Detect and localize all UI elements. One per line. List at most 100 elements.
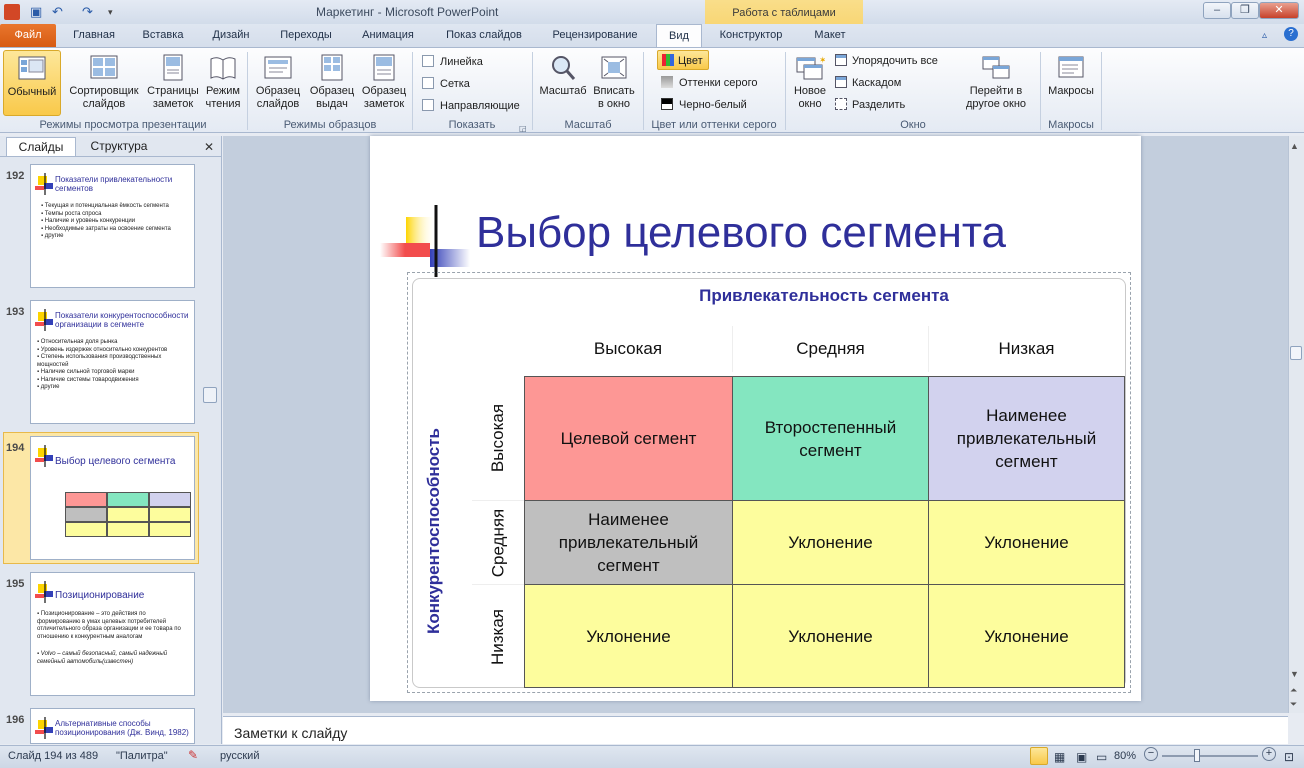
reading-view-status-icon[interactable]: ▣	[1076, 750, 1087, 764]
tab-table-design[interactable]: Конструктор	[708, 24, 794, 47]
guides-checkbox-box[interactable]	[422, 99, 434, 111]
zoom-slider-track[interactable]	[1162, 755, 1258, 757]
cascade-button[interactable]: Каскадом	[835, 73, 901, 93]
grid-label: Сетка	[440, 78, 470, 90]
tab-view[interactable]: Вид	[656, 24, 702, 47]
notes-page-button[interactable]: Страницы заметок	[146, 50, 200, 116]
save-icon[interactable]: ▣	[30, 4, 42, 20]
grayscale-button[interactable]: Оттенки серого	[661, 73, 757, 93]
handout-master-button[interactable]: Образец выдач	[306, 50, 358, 116]
ruler-checkbox[interactable]: Линейка	[422, 52, 483, 72]
tab-transitions[interactable]: Переходы	[268, 24, 344, 47]
grid-checkbox-box[interactable]	[422, 77, 434, 89]
slide-master-button[interactable]: Образец слайдов	[252, 50, 304, 116]
sorter-view-status-icon[interactable]: ▦	[1054, 750, 1065, 764]
tab-file[interactable]: Файл	[0, 24, 56, 47]
tab-home[interactable]: Главная	[62, 24, 126, 47]
close-panel-icon[interactable]: ✕	[204, 139, 214, 155]
tab-animation[interactable]: Анимация	[350, 24, 426, 47]
thumb-title: Альтернативные способы позиционирования …	[55, 719, 189, 737]
slide-thumbnail-192[interactable]: Показатели привлекательности сегментов Т…	[30, 164, 195, 288]
ribbon-collapse-icon[interactable]: ▵	[1262, 28, 1267, 44]
table-cell[interactable]: Целевой сегмент	[524, 376, 733, 501]
spellcheck-icon[interactable]: ✎	[188, 748, 198, 762]
guides-checkbox[interactable]: Направляющие	[422, 96, 520, 116]
zoom-percentage[interactable]: 80%	[1114, 750, 1136, 762]
scroll-thumb[interactable]	[1290, 346, 1302, 360]
next-slide-icon[interactable]: ⏷	[1290, 696, 1297, 712]
fit-to-window-button[interactable]: Вписать в окно	[590, 50, 638, 116]
reading-view-button[interactable]: Режим чтения	[202, 50, 244, 116]
zoom-in-icon[interactable]: +	[1262, 747, 1276, 761]
minimize-button[interactable]: –	[1203, 2, 1231, 19]
theme-name[interactable]: "Палитра"	[116, 750, 168, 762]
macros-button[interactable]: Макросы	[1044, 50, 1098, 116]
switch-window-button[interactable]: Перейти в другое окно	[954, 50, 1038, 116]
grid-checkbox[interactable]: Сетка	[422, 74, 470, 94]
panel-splitter-handle[interactable]	[203, 387, 217, 403]
table-cell[interactable]: Уклонение	[732, 584, 929, 688]
thumb-cell	[65, 492, 107, 507]
macros-icon	[1058, 56, 1084, 78]
qat-customize-icon[interactable]: ▾	[108, 4, 113, 20]
switch-window-label: Перейти в другое окно	[965, 85, 1027, 110]
slide-thumbnail-196[interactable]: Альтернативные способы позиционирования …	[30, 708, 195, 744]
new-window-button[interactable]: ✶ Новое окно	[788, 50, 832, 116]
redo-icon[interactable]: ↷	[82, 4, 93, 20]
row-header-medium-label: Средняя	[488, 508, 507, 577]
tab-table-layout[interactable]: Макет	[800, 24, 860, 47]
tab-outline[interactable]: Структура	[80, 137, 158, 156]
slide-sorter-button[interactable]: Сортировщик слайдов	[64, 50, 144, 116]
slide-title[interactable]: Выбор целевого сегмента	[476, 208, 1006, 258]
tab-insert[interactable]: Вставка	[132, 24, 194, 47]
normal-view-icon	[18, 56, 46, 80]
table-cell[interactable]: Второстепенный сегмент	[732, 376, 929, 501]
table-cell[interactable]: Уклонение	[732, 500, 929, 585]
zoom-out-icon[interactable]: −	[1144, 747, 1158, 761]
thumb-number: 193	[6, 306, 25, 318]
reading-view-icon	[210, 57, 236, 80]
notes-placeholder[interactable]: Заметки к слайду	[234, 725, 347, 741]
color-button[interactable]: Цвет	[657, 50, 709, 70]
row-header-high: Высокая	[472, 376, 524, 500]
normal-view-button[interactable]: Обычный	[3, 50, 61, 116]
table-cell[interactable]: Наименее привлекательный сегмент	[524, 500, 733, 585]
vertical-scrollbar[interactable]	[1288, 136, 1304, 713]
undo-icon[interactable]: ↶	[52, 4, 63, 20]
notes-pane[interactable]	[223, 716, 1288, 744]
table-cell[interactable]: Наименее привлекательный сегмент	[928, 376, 1125, 501]
slide-sorter-label: Сортировщик слайдов	[69, 85, 139, 110]
table-cell[interactable]: Уклонение	[928, 584, 1125, 688]
normal-view-status-icon[interactable]	[1030, 747, 1048, 765]
zoom-slider-thumb[interactable]	[1194, 749, 1200, 762]
thumb-number: 192	[6, 170, 25, 182]
tab-review[interactable]: Рецензирование	[540, 24, 650, 47]
scroll-down-icon[interactable]: ▼	[1290, 666, 1299, 682]
dialog-launcher-icon[interactable]: ◲	[519, 121, 527, 137]
split-button[interactable]: Разделить	[835, 95, 905, 115]
table-cell[interactable]: Уклонение	[928, 500, 1125, 585]
scroll-up-icon[interactable]: ▲	[1290, 138, 1299, 154]
slide-thumbnail-194[interactable]: Выбор целевого сегмента	[30, 436, 195, 560]
table-cell[interactable]: Уклонение	[524, 584, 733, 688]
notes-master-button[interactable]: Образец заметок	[358, 50, 410, 116]
slideshow-status-icon[interactable]: ▭	[1096, 750, 1107, 764]
language-indicator[interactable]: русский	[220, 750, 259, 762]
slide-thumbnail-193[interactable]: Показатели конкурентоспособности организ…	[30, 300, 195, 424]
black-white-button[interactable]: Черно-белый	[661, 95, 747, 115]
zoom-button[interactable]: Масштаб	[536, 50, 590, 116]
tab-slideshow[interactable]: Показ слайдов	[434, 24, 534, 47]
maximize-button[interactable]: ❐	[1231, 2, 1259, 19]
arrange-all-button[interactable]: Упорядочить все	[835, 51, 938, 71]
powerpoint-logo-icon[interactable]	[4, 4, 20, 20]
slide-thumbnail-195[interactable]: Позиционирование Позиционирование – это …	[30, 572, 195, 696]
fit-slide-icon[interactable]: ⊡	[1284, 750, 1294, 764]
help-icon[interactable]: ?	[1284, 27, 1298, 41]
tab-slides[interactable]: Слайды	[6, 137, 76, 156]
tab-design[interactable]: Дизайн	[200, 24, 262, 47]
close-button[interactable]: ✕	[1259, 2, 1299, 19]
ruler-checkbox-box[interactable]	[422, 55, 434, 67]
col-header-low: Низкая	[928, 326, 1124, 372]
split-icon	[835, 98, 847, 110]
switch-window-icon	[982, 56, 1010, 79]
